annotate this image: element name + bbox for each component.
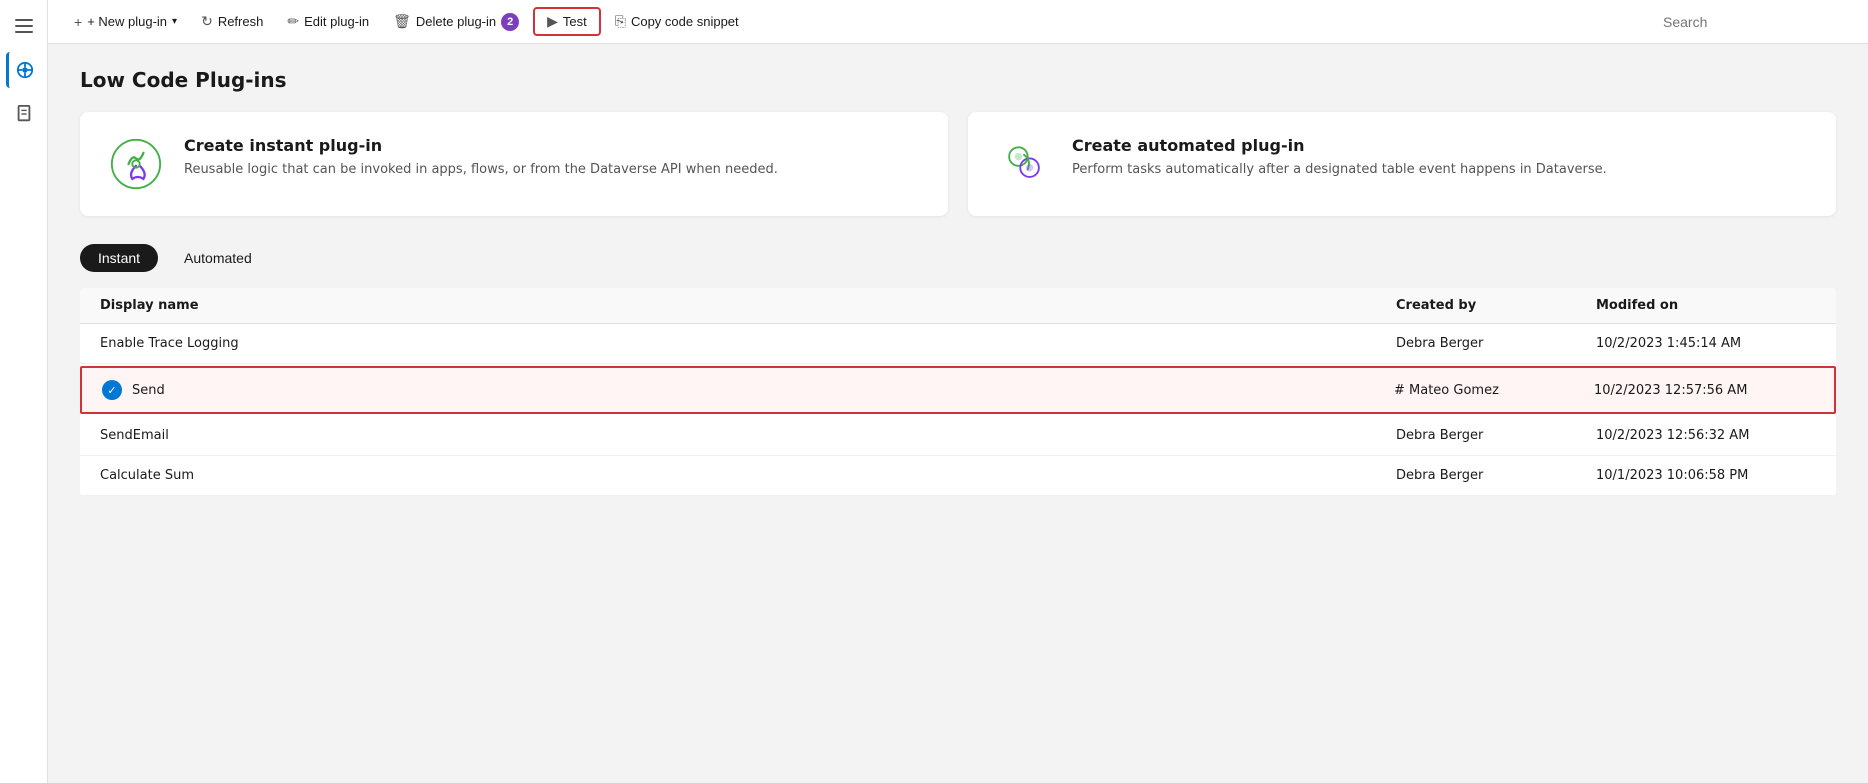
trash-icon: 🗑: [393, 13, 411, 30]
row-name: Calculate Sum: [100, 468, 1396, 483]
row-modified-on: 10/2/2023 12:56:32 AM: [1596, 428, 1816, 443]
edit-icon: ✏: [287, 13, 299, 30]
main-content: + + New plug-in ▾ ↻ Refresh ✏ Edit plug-…: [48, 0, 1868, 783]
row-created-by: Debra Berger: [1396, 336, 1596, 351]
automated-card-icon: [996, 136, 1052, 192]
row-name: Enable Trace Logging: [100, 336, 1396, 351]
table-row-selected[interactable]: ✓ Send # Mateo Gomez 10/2/2023 12:57:56 …: [80, 366, 1836, 414]
refresh-button[interactable]: ↻ Refresh: [191, 8, 273, 35]
refresh-icon: ↻: [201, 13, 213, 30]
check-icon: ✓: [102, 380, 122, 400]
automated-card-description: Perform tasks automatically after a desi…: [1072, 161, 1607, 179]
table-row[interactable]: Calculate Sum Debra Berger 10/1/2023 10:…: [80, 456, 1836, 496]
table-row[interactable]: SendEmail Debra Berger 10/2/2023 12:56:3…: [80, 416, 1836, 456]
new-plugin-button[interactable]: + + New plug-in ▾: [64, 9, 187, 35]
automated-card-title: Create automated plug-in: [1072, 136, 1607, 155]
copy-icon: ⎘: [615, 13, 626, 30]
edit-plugin-button[interactable]: ✏ Edit plug-in: [277, 8, 379, 35]
header-modified-on: Modifed on: [1596, 298, 1816, 313]
page-content: Low Code Plug-ins Create instant plug-in…: [48, 44, 1868, 783]
instant-card-description: Reusable logic that can be invoked in ap…: [184, 161, 778, 179]
search-input[interactable]: [1655, 10, 1852, 34]
sidebar-menu-icon[interactable]: [6, 8, 42, 44]
row-modified-on: 10/2/2023 1:45:14 AM: [1596, 336, 1816, 351]
sidebar-book-icon[interactable]: [6, 96, 42, 132]
row-modified-on: 10/2/2023 12:57:56 AM: [1594, 383, 1814, 398]
tab-instant[interactable]: Instant: [80, 244, 158, 272]
page-title: Low Code Plug-ins: [80, 68, 1836, 92]
row-created-by: Debra Berger: [1396, 468, 1596, 483]
row-modified-on: 10/1/2023 10:06:58 PM: [1596, 468, 1816, 483]
play-icon: ▶: [547, 13, 558, 30]
toolbar: + + New plug-in ▾ ↻ Refresh ✏ Edit plug-…: [48, 0, 1868, 44]
instant-card-text: Create instant plug-in Reusable logic th…: [184, 136, 778, 179]
row-name: ✓ Send: [102, 380, 1394, 400]
sidebar: [0, 0, 48, 783]
tabs: Instant Automated: [80, 244, 1836, 272]
chevron-down-icon: ▾: [172, 16, 177, 27]
automated-card[interactable]: Create automated plug-in Perform tasks a…: [968, 112, 1836, 216]
instant-card-icon: [108, 136, 164, 192]
row-name: SendEmail: [100, 428, 1396, 443]
header-display-name: Display name: [100, 298, 1396, 313]
copy-snippet-button[interactable]: ⎘ Copy code snippet: [605, 8, 749, 35]
plugin-table: Display name Created by Modifed on Enabl…: [80, 288, 1836, 496]
test-button[interactable]: ▶ Test: [533, 7, 601, 36]
automated-card-text: Create automated plug-in Perform tasks a…: [1072, 136, 1607, 179]
table-row[interactable]: Enable Trace Logging Debra Berger 10/2/2…: [80, 324, 1836, 364]
row-created-by: Debra Berger: [1396, 428, 1596, 443]
row-created-by: # Mateo Gomez: [1394, 383, 1594, 398]
tab-automated[interactable]: Automated: [166, 244, 270, 272]
delete-plugin-button[interactable]: 🗑 Delete plug-in 2: [383, 8, 529, 36]
header-created-by: Created by: [1396, 298, 1596, 313]
sidebar-network-icon[interactable]: [6, 52, 42, 88]
instant-card-title: Create instant plug-in: [184, 136, 778, 155]
cards-row: Create instant plug-in Reusable logic th…: [80, 112, 1836, 216]
instant-card[interactable]: Create instant plug-in Reusable logic th…: [80, 112, 948, 216]
delete-badge: 2: [501, 13, 519, 31]
table-header: Display name Created by Modifed on: [80, 288, 1836, 324]
plus-icon: +: [74, 14, 82, 30]
